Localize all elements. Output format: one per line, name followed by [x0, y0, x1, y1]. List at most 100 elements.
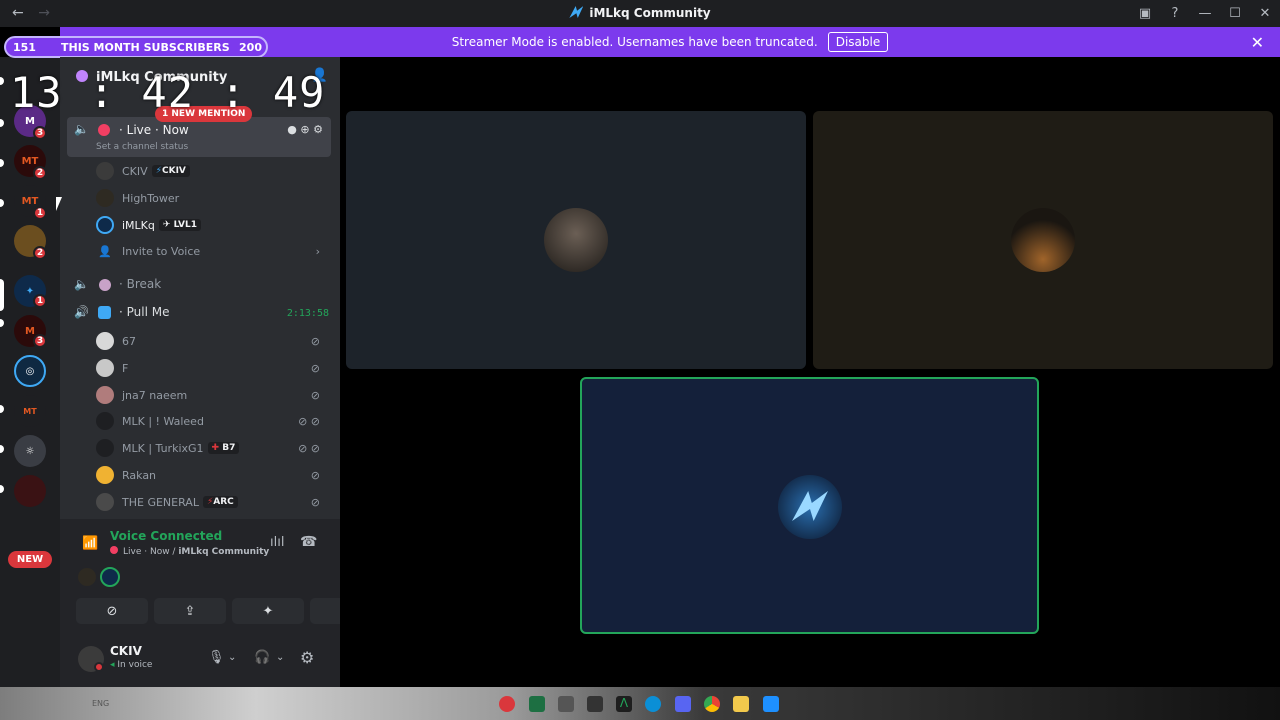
- camera-off-button[interactable]: ⊘: [76, 598, 148, 624]
- voice-member[interactable]: MLK | TurkixG1 ✚ B7 ⊘ ⊘: [96, 437, 326, 459]
- microphone-icon[interactable]: 🎙: [208, 650, 225, 665]
- channel-status-hint[interactable]: Set a channel status: [96, 142, 188, 152]
- status-dnd-icon: [94, 662, 104, 672]
- voice-member[interactable]: F ⊘: [96, 357, 326, 379]
- member-name: MLK | TurkixG1: [122, 441, 204, 455]
- tag-text: B7: [222, 443, 236, 453]
- maximize-button[interactable]: ☐: [1220, 0, 1250, 27]
- muted-deafened-icon: ⊘ ⊘: [298, 441, 320, 455]
- participant-tile[interactable]: [813, 111, 1273, 369]
- discord-icon[interactable]: [675, 696, 691, 712]
- taskbar-app-icon[interactable]: [529, 696, 545, 712]
- settings-gear-icon[interactable]: ⚙: [313, 123, 323, 136]
- deafened-icon: ⊘: [310, 334, 320, 348]
- channel-name: Live: [126, 123, 152, 137]
- chrome-icon[interactable]: [704, 696, 720, 712]
- user-settings-gear-icon[interactable]: ⚙: [300, 648, 314, 667]
- subscriber-current: 151: [13, 40, 36, 54]
- participant-avatar: [544, 208, 608, 272]
- server-icon[interactable]: [14, 475, 46, 507]
- banner-close-icon[interactable]: ✕: [1251, 33, 1264, 52]
- unread-indicator: [0, 77, 4, 85]
- in-voice-icon: ◂: [110, 660, 115, 670]
- chevron-down-icon[interactable]: ⌄: [276, 652, 284, 663]
- windows-start-icon[interactable]: [763, 696, 779, 712]
- voice-connected-panel: 📶 Voice Connected Live · Now / iMLkq Com…: [60, 519, 382, 637]
- channel-name-row: · Pull Me: [119, 305, 170, 319]
- server-list: M 3 MT 2 MT 1 2 ✦ 1 M 3 ◎ MT ☼ NEW: [0, 57, 60, 687]
- voice-status[interactable]: Voice Connected: [110, 529, 222, 543]
- voice-location[interactable]: Live · Now / iMLkq Community: [110, 546, 269, 557]
- unread-indicator: [0, 485, 4, 493]
- member-name: MLK | ! Waleed: [122, 414, 204, 428]
- edge-icon[interactable]: [645, 696, 661, 712]
- close-button[interactable]: ✕: [1250, 0, 1280, 27]
- inbox-icon[interactable]: ▣: [1130, 0, 1160, 27]
- taskbar-app-icon[interactable]: [499, 696, 515, 712]
- window-title-text: iMLkq Community: [589, 6, 711, 20]
- disconnect-icon[interactable]: ☎: [300, 534, 317, 550]
- server-icon[interactable]: ◎: [14, 355, 46, 387]
- voice-member[interactable]: jna7 naeem ⊘: [96, 384, 326, 406]
- member-tag: ✚ B7: [207, 442, 240, 454]
- muted-deafened-icon: ⊘ ⊘: [298, 414, 320, 428]
- input-language[interactable]: ENG: [92, 699, 109, 708]
- voice-member[interactable]: iMLKq ✈ LVL1: [96, 214, 326, 236]
- taskbar-app-icon[interactable]: [558, 696, 574, 712]
- member-name: HighTower: [122, 191, 180, 205]
- disable-streamer-mode-button[interactable]: Disable: [827, 32, 889, 52]
- file-explorer-icon[interactable]: [733, 696, 749, 712]
- mouse-cursor: [56, 197, 68, 211]
- help-button[interactable]: ?: [1160, 0, 1190, 27]
- chevron-down-icon[interactable]: ⌄: [228, 652, 236, 663]
- window-title: iMLkq Community: [0, 6, 1280, 20]
- overlay-clock: 13 : 42 : 49: [10, 68, 326, 117]
- participant-tile-speaking[interactable]: [580, 377, 1039, 634]
- member-tag: ⚡ARC: [202, 496, 238, 508]
- live-dot-icon: [110, 546, 118, 554]
- voice-member[interactable]: CKIV ⚡CKIV: [96, 160, 326, 182]
- voice-member[interactable]: HighTower: [96, 187, 326, 209]
- voice-member[interactable]: MLK | ! Waleed ⊘ ⊘: [96, 410, 326, 432]
- mention-badge: 2: [33, 166, 47, 180]
- new-server-pill[interactable]: NEW: [8, 551, 52, 568]
- voice-channel-pull-me[interactable]: 🔊 · Pull Me 2:13:58: [67, 302, 331, 324]
- voice-stage: [340, 57, 1280, 687]
- chevron-right-icon: ›: [315, 244, 320, 258]
- os-taskbar: [0, 687, 1280, 720]
- chat-icon[interactable]: ●: [287, 123, 297, 136]
- screen-share-button[interactable]: ⇪: [154, 598, 226, 624]
- deafened-icon: ⊘: [310, 495, 320, 509]
- server-icon[interactable]: ☼: [14, 435, 46, 467]
- activities-button[interactable]: ✦: [232, 598, 304, 624]
- voice-location-prefix: Live · Now /: [123, 547, 179, 557]
- invite-to-voice[interactable]: 👤 Invite to Voice ›: [96, 240, 326, 262]
- member-name: THE GENERAL: [122, 495, 199, 509]
- taskbar-app-icon[interactable]: Λ: [616, 696, 632, 712]
- headphones-icon[interactable]: 🎧: [254, 650, 270, 665]
- current-username[interactable]: CKIV: [110, 644, 142, 658]
- taskbar-app-icon[interactable]: [587, 696, 603, 712]
- signal-icon[interactable]: 📶: [82, 536, 98, 551]
- deafened-icon: ⊘: [310, 361, 320, 375]
- server-icon[interactable]: MT: [14, 395, 46, 427]
- live-dot-icon: [98, 124, 110, 136]
- invite-label: Invite to Voice: [122, 244, 201, 258]
- tag-text: CKIV: [162, 166, 186, 176]
- lightning-logo-icon: [792, 491, 828, 521]
- participant-avatar[interactable]: [78, 568, 96, 586]
- voice-channel-break[interactable]: 🔈 · Break: [67, 274, 331, 296]
- minimize-button[interactable]: —: [1190, 0, 1220, 27]
- speaker-icon: 🔈: [74, 277, 89, 291]
- participant-avatar[interactable]: [100, 567, 120, 587]
- deafened-icon: ⊘: [310, 468, 320, 482]
- voice-member[interactable]: Rakan ⊘: [96, 464, 326, 486]
- unread-indicator: [0, 159, 4, 167]
- member-tag: ⚡CKIV: [151, 165, 190, 177]
- voice-channel-live[interactable]: 🔈 · Live · Now Set a channel status ● ⊕ …: [67, 117, 331, 157]
- noise-suppression-icon[interactable]: ılıl: [270, 535, 284, 550]
- voice-member[interactable]: THE GENERAL ⚡ARC ⊘: [96, 491, 326, 513]
- participant-tile[interactable]: [346, 111, 806, 369]
- invite-icon[interactable]: ⊕: [300, 123, 309, 136]
- voice-member[interactable]: 67 ⊘: [96, 330, 326, 352]
